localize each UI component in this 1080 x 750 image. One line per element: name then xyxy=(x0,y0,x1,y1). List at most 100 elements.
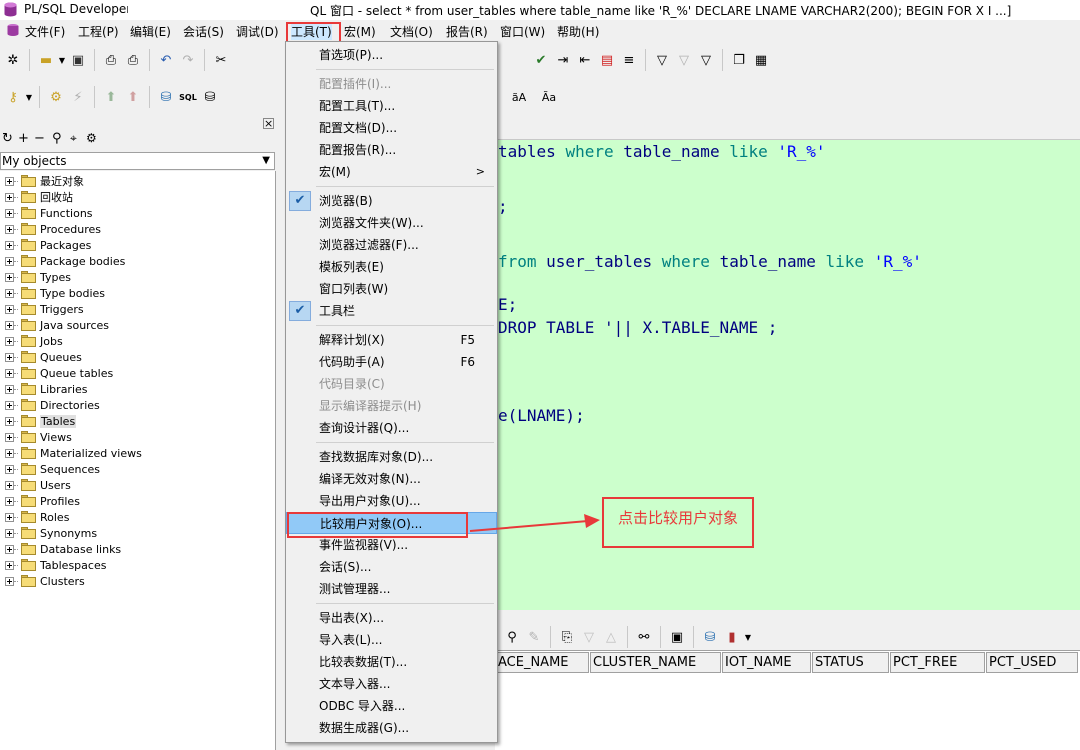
document-check-icon[interactable]: ✔ xyxy=(530,49,552,71)
expand-icon[interactable] xyxy=(5,192,14,202)
menu-debug[interactable]: 调试(D) xyxy=(236,23,279,40)
close-panel-icon[interactable]: × xyxy=(263,118,274,129)
column-header[interactable]: ACE_NAME xyxy=(495,652,589,673)
arrow-down-icon[interactable]: ▽ xyxy=(578,626,600,648)
menu-item[interactable]: 比较表数据(T)... xyxy=(286,651,497,673)
rollback-icon[interactable]: ⬆ xyxy=(122,86,144,108)
column-header[interactable]: PCT_USED xyxy=(986,652,1078,673)
tree-item[interactable]: Triggers xyxy=(0,301,84,317)
expand-icon[interactable] xyxy=(5,336,14,346)
filter-icon[interactable]: ⌖ xyxy=(70,131,77,146)
menu-item[interactable]: 浏览器过滤器(F)... xyxy=(286,234,497,256)
bar-chart-icon[interactable]: ▮ xyxy=(721,626,743,648)
menu-item[interactable]: 配置工具(T)... xyxy=(286,95,497,117)
query-by-example-icon[interactable]: ⚯ xyxy=(633,626,655,648)
menu-item[interactable]: 模板列表(E) xyxy=(286,256,497,278)
arrow-up-icon[interactable]: △ xyxy=(600,626,622,648)
undo-icon[interactable]: ↶ xyxy=(155,49,177,71)
key-icon[interactable]: ⚷ xyxy=(2,86,24,108)
tree-item[interactable]: Roles xyxy=(0,509,69,525)
add-icon[interactable]: + xyxy=(18,131,29,146)
expand-icon[interactable] xyxy=(5,528,14,538)
dropdown-arrow-icon[interactable]: ▼ xyxy=(24,86,34,108)
print-preview-icon[interactable]: ⎙ xyxy=(122,49,144,71)
new-icon[interactable]: ✲ xyxy=(2,49,24,71)
menu-item[interactable]: 数据生成器(G)... xyxy=(286,717,497,739)
cascade-windows-icon[interactable]: ❐ xyxy=(728,49,750,71)
tree-item[interactable]: Views xyxy=(0,429,72,445)
column-header[interactable]: IOT_NAME xyxy=(722,652,811,673)
uppercase-icon[interactable]: Ãa xyxy=(538,86,560,108)
menu-file[interactable]: 文件(F) xyxy=(25,23,65,40)
expand-icon[interactable] xyxy=(5,480,14,490)
column-header[interactable]: STATUS xyxy=(812,652,889,673)
export-icon[interactable]: ▤ xyxy=(596,49,618,71)
menu-item[interactable]: 宏(M) > xyxy=(286,161,497,183)
menu-item[interactable]: 导出表(X)... xyxy=(286,607,497,629)
menu-window[interactable]: 窗口(W) xyxy=(500,23,545,40)
tree-item[interactable]: Materialized views xyxy=(0,445,142,461)
expand-icon[interactable] xyxy=(5,400,14,410)
menu-item[interactable]: 编译无效对象(N)... xyxy=(286,468,497,490)
lowercase-icon[interactable]: ãA xyxy=(508,86,530,108)
column-header[interactable]: CLUSTER_NAME xyxy=(590,652,721,673)
indent-icon[interactable]: ⇥ xyxy=(552,49,574,71)
menu-item[interactable]: ✔ 工具栏 xyxy=(286,300,497,322)
filter-list-icon[interactable]: ▽ xyxy=(695,49,717,71)
tree-item[interactable]: Database links xyxy=(0,541,121,557)
expand-icon[interactable] xyxy=(5,320,14,330)
expand-icon[interactable] xyxy=(5,512,14,522)
save-icon[interactable]: ▣ xyxy=(67,49,89,71)
menu-reports[interactable]: 报告(R) xyxy=(446,23,488,40)
open-folder-icon[interactable]: ▬ xyxy=(35,49,57,71)
print-icon[interactable]: ⎙ xyxy=(100,49,122,71)
tree-item[interactable]: Tables xyxy=(0,413,77,429)
tree-item[interactable]: Procedures xyxy=(0,221,101,237)
expand-icon[interactable] xyxy=(5,288,14,298)
object-scope-select[interactable]: My objects ▼ xyxy=(0,152,275,170)
execute-icon[interactable]: ⛁ xyxy=(155,86,177,108)
tree-item[interactable]: 回收站 xyxy=(0,189,73,205)
dropdown-arrow-icon[interactable]: ▼ xyxy=(743,626,753,648)
export-results-icon[interactable]: ⛁ xyxy=(699,626,721,648)
tree-item[interactable]: Directories xyxy=(0,397,100,413)
settings-icon[interactable]: ⚙ xyxy=(86,131,97,145)
tree-item[interactable]: Profiles xyxy=(0,493,80,509)
expand-icon[interactable] xyxy=(5,384,14,394)
clear-icon[interactable]: ✎ xyxy=(523,626,545,648)
tree-item[interactable]: Type bodies xyxy=(0,285,105,301)
menu-item[interactable]: 查找数据库对象(D)... xyxy=(286,446,497,468)
tree-item[interactable]: Clusters xyxy=(0,573,85,589)
expand-icon[interactable] xyxy=(5,432,14,442)
wand-icon[interactable]: ⚡ xyxy=(67,86,89,108)
menu-edit[interactable]: 编辑(E) xyxy=(130,23,171,40)
gear-icon[interactable]: ⚙ xyxy=(45,86,67,108)
find-icon[interactable]: ⚲ xyxy=(501,626,523,648)
expand-icon[interactable] xyxy=(5,544,14,554)
cut-icon[interactable]: ✂ xyxy=(210,49,232,71)
tree-item[interactable]: Queue tables xyxy=(0,365,113,381)
list-icon[interactable]: ≡ xyxy=(618,49,640,71)
expand-icon[interactable] xyxy=(5,496,14,506)
menu-item[interactable]: 测试管理器... xyxy=(286,578,497,600)
save-icon[interactable]: ▣ xyxy=(666,626,688,648)
expand-icon[interactable] xyxy=(5,176,14,186)
expand-icon[interactable] xyxy=(5,352,14,362)
tree-item[interactable]: Sequences xyxy=(0,461,100,477)
expand-icon[interactable] xyxy=(5,256,14,266)
unindent-icon[interactable]: ⇤ xyxy=(574,49,596,71)
tree-item[interactable]: Java sources xyxy=(0,317,109,333)
menu-item[interactable]: 窗口列表(W) xyxy=(286,278,497,300)
menu-item[interactable]: 导出用户对象(U)... xyxy=(286,490,497,512)
menu-project[interactable]: 工程(P) xyxy=(78,23,119,40)
menu-item[interactable]: 配置报告(R)... xyxy=(286,139,497,161)
menu-item[interactable]: 文本导入器... xyxy=(286,673,497,695)
menu-document[interactable]: 文档(O) xyxy=(390,23,433,40)
expand-icon[interactable] xyxy=(5,416,14,426)
menu-macro[interactable]: 宏(M) xyxy=(344,23,376,40)
tree-item[interactable]: Packages xyxy=(0,237,91,253)
redo-icon[interactable]: ↷ xyxy=(177,49,199,71)
menu-item[interactable]: 导入表(L)... xyxy=(286,629,497,651)
tree-item[interactable]: Synonyms xyxy=(0,525,97,541)
tree-item[interactable]: Tablespaces xyxy=(0,557,106,573)
